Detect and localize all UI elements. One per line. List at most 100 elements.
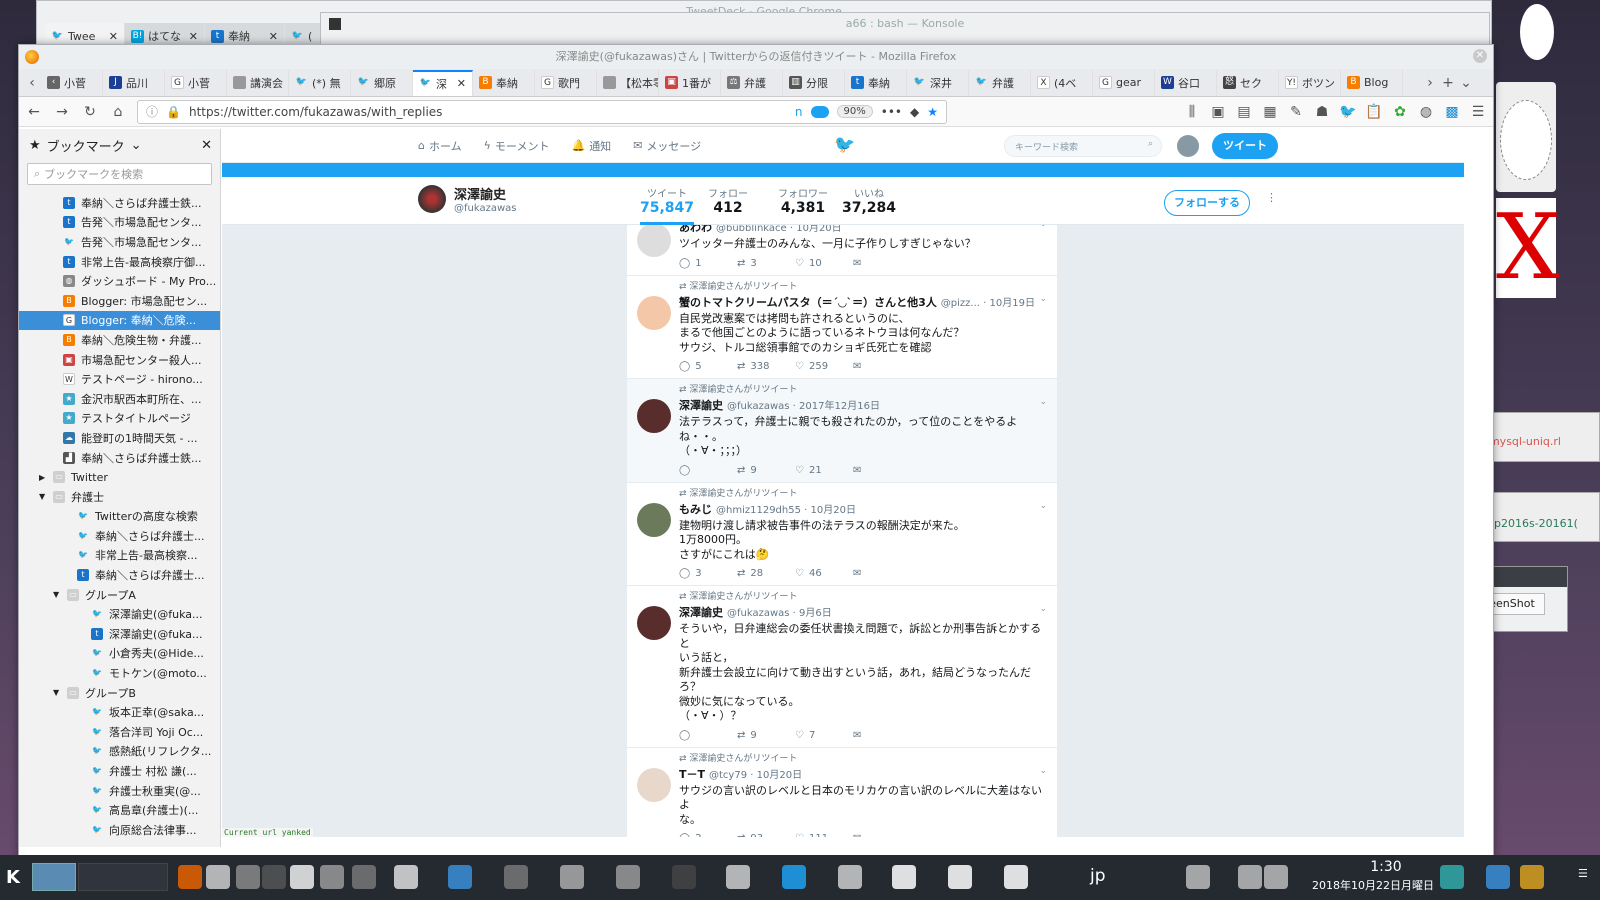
close-window-icon[interactable]: ✕ xyxy=(1473,49,1487,63)
back-icon[interactable]: ← xyxy=(25,103,43,121)
pocket-icon[interactable]: ◆ xyxy=(910,105,919,119)
clock-time[interactable]: 1:30 xyxy=(1356,859,1416,875)
bookmark-item[interactable]: 🐦 弁護士 村松 謙(... xyxy=(19,761,220,781)
bookmark-item[interactable]: t 深澤諭史(@fuka... xyxy=(19,624,220,644)
bookmark-item[interactable]: 🐦 Twitterの高度な検索 xyxy=(19,507,220,527)
x3-task-icon[interactable] xyxy=(1004,865,1028,889)
bookmark-item[interactable]: t 非常上告-最高検察庁御... xyxy=(19,252,220,272)
forward-icon[interactable]: → xyxy=(53,103,71,121)
bookmark-item[interactable]: t 奉納＼さらば弁護士... xyxy=(19,565,220,585)
bookmark-item[interactable]: ▼ ▭ グループA xyxy=(19,585,220,605)
browser-tab[interactable]: Ggear xyxy=(1093,69,1155,96)
tweet-author[interactable]: T－T xyxy=(679,768,705,781)
zoom-level[interactable]: 90% xyxy=(836,105,873,118)
url-bar[interactable]: ⓘ 🔒 https://twitter.com/fukazawas/with_r… xyxy=(137,99,947,124)
tweet-menu-icon[interactable]: ⌄ xyxy=(1039,225,1047,229)
x2-task-icon[interactable] xyxy=(838,865,862,889)
konsole-window[interactable]: a66 : bash — Konsole xyxy=(320,12,1490,46)
reply-action[interactable]: ◯ xyxy=(679,465,737,476)
tabs-scroll-left-icon[interactable]: ‹ xyxy=(23,74,41,92)
tweet[interactable]: ⇄ 深澤諭史さんがリツイート 蟹のトマトクリームパスタ（＝ˊ◡ˋ＝）さんと他3人 @… xyxy=(627,276,1057,379)
reply-action[interactable]: ◯ 5 xyxy=(679,361,737,372)
bookmark-item[interactable]: G Blogger: 奉納＼危険... xyxy=(19,310,220,331)
bookmark-item[interactable]: ★ テストタイトルページ xyxy=(19,409,220,429)
follow-button[interactable]: フォローする xyxy=(1164,190,1250,216)
twitter-bird-icon[interactable]: 🐦 xyxy=(834,135,855,155)
retweet-action[interactable]: ⇄ 338 xyxy=(737,361,795,372)
browser-tab[interactable]: 🐦 深 ✕ xyxy=(413,69,473,96)
app-task-icon[interactable] xyxy=(394,865,418,889)
grid-icon[interactable]: ▦ xyxy=(1261,103,1279,121)
profile-avatar[interactable] xyxy=(418,185,446,213)
tweet-menu-icon[interactable]: ⌄ xyxy=(1039,501,1047,511)
bookmark-item[interactable]: B 奉納＼危険生物・弁護... xyxy=(19,330,220,350)
tweet-menu-icon[interactable]: ⌄ xyxy=(1039,397,1047,407)
info-icon[interactable]: ⓘ xyxy=(146,103,158,120)
tweet-handle[interactable]: @pizz... xyxy=(941,298,980,309)
file-task-icon[interactable] xyxy=(206,865,230,889)
retweet-action[interactable]: ⇄ 93 xyxy=(737,833,795,837)
browser-tab[interactable]: Y! ボツン xyxy=(1279,69,1341,96)
bookmark-item[interactable]: 🐦 高島章(弁護士)(... xyxy=(19,800,220,820)
dm-action[interactable]: ✉ xyxy=(853,465,911,476)
clock-date[interactable]: 2018年10月22日月曜日 xyxy=(1312,877,1434,893)
tweet-author[interactable]: もみじ xyxy=(679,503,712,516)
profile-stat[interactable]: いいね 37,284 xyxy=(842,185,896,216)
app3-task-icon[interactable] xyxy=(560,865,584,889)
reply-action[interactable]: ◯2 xyxy=(679,833,737,837)
browser-tab[interactable]: 🐦 深井 xyxy=(907,69,969,96)
tweet-author[interactable]: 蟹のトマトクリームパスタ（＝ˊ◡ˋ＝）さんと他3人 xyxy=(679,296,937,309)
firefox-window[interactable]: 深澤諭史(@fukazawas)さん | Twitterからの返信付きツイート … xyxy=(18,44,1494,876)
bookmark-item[interactable]: 🐦 弁護士秋重実(@... xyxy=(19,781,220,801)
twitter-nav-item[interactable]: ⌂ ホーム xyxy=(418,138,462,154)
tweet-avatar[interactable] xyxy=(637,295,671,330)
browser-tab[interactable]: ⚖ 弁護 xyxy=(721,69,783,96)
tweet-date[interactable]: 9月6日 xyxy=(799,608,832,619)
reply-action[interactable]: ◯ 1 xyxy=(679,258,737,269)
pen-icon[interactable]: ✎ xyxy=(1287,103,1305,121)
twitter-ext-icon[interactable]: 🐦 xyxy=(1339,103,1357,121)
bookmark-item[interactable]: t 告発＼市場急配センタ... xyxy=(19,213,220,233)
retweet-action[interactable]: ⇄ 3 xyxy=(737,258,795,269)
tweet-date[interactable]: 10月20日 xyxy=(796,225,841,234)
bookmark-item[interactable]: 🐦 向原総合法律事... xyxy=(19,820,220,840)
ime-indicator[interactable]: jp xyxy=(1090,866,1106,886)
bookmark-item[interactable]: t 奉納＼さらば弁護士鉄... xyxy=(19,193,220,213)
tabs-scroll-right-icon[interactable]: › xyxy=(1421,74,1439,92)
tweet[interactable]: ⇄ 深澤諭史さんがリツイート もみじ @hmiz1129dh55 · 10月20日 ⌄… xyxy=(627,483,1057,586)
eyes-task-icon[interactable] xyxy=(948,865,972,889)
bookmark-item[interactable]: 🐦 奉納＼さらば弁護士... xyxy=(19,526,220,546)
tray-icon[interactable] xyxy=(1520,865,1544,889)
bookmark-item[interactable]: ▟ 奉納＼さらば弁護士鉄... xyxy=(19,448,220,468)
tweet-avatar[interactable] xyxy=(637,502,671,537)
reply-action[interactable]: ◯ 3 xyxy=(679,568,737,579)
bookmark-item[interactable]: ▣ 市場急配センター殺人... xyxy=(19,350,220,370)
bookmark-item[interactable]: ◍ ダッシュボード - My Pro... xyxy=(19,271,220,291)
tweet[interactable]: ⇄ 深澤諭史さんがリツイート 深澤諭史 @fukazawas · 9月6日 ⌄ そういや… xyxy=(627,586,1057,748)
clock-task-icon[interactable] xyxy=(892,865,916,889)
tweet-avatar[interactable] xyxy=(637,225,671,257)
folder-task-icon[interactable] xyxy=(448,865,472,889)
browser-tab[interactable]: J 品川 xyxy=(103,69,165,96)
profile-name[interactable]: 深澤諭史 xyxy=(454,184,517,203)
browser-tab[interactable]: G 歌門 xyxy=(535,69,597,96)
firefox-task-icon[interactable] xyxy=(178,865,202,889)
pin-task-icon[interactable] xyxy=(352,865,376,889)
firefox2-task-icon[interactable] xyxy=(504,865,528,889)
like-action[interactable]: ♡ 21 xyxy=(795,465,853,476)
browser-tab[interactable]: 🐦 (*) 無 xyxy=(289,69,351,96)
url-text[interactable]: https://twitter.com/fukazawas/with_repli… xyxy=(189,105,787,119)
bookmark-item[interactable]: ▼ ▭ 弁護士 xyxy=(19,487,220,507)
browser-tab[interactable]: ▣ 1番が xyxy=(659,69,721,96)
bookmark-item[interactable]: 🐦 非常上告-最高検察... xyxy=(19,546,220,566)
library-icon[interactable]: ⫼ xyxy=(1183,103,1201,121)
tweet-author[interactable]: 深澤諭史 xyxy=(679,399,723,412)
tweet-avatar[interactable] xyxy=(637,399,671,433)
bookmark-item[interactable]: B Blogger: 市場急配セン... xyxy=(19,291,220,311)
browser-tab[interactable]: B Blog xyxy=(1341,69,1403,96)
tweet[interactable]: あわわ @bubblinkace · 10月20日 ⌄ ツイッター弁護士のみんな、一月… xyxy=(627,225,1057,276)
twitter-nav-item[interactable]: ϟ モーメント xyxy=(484,138,550,154)
dm-action[interactable]: ✉ xyxy=(853,258,911,269)
keyboard-task-icon[interactable] xyxy=(320,865,344,889)
lock-icon[interactable]: 🔒 xyxy=(166,105,181,119)
